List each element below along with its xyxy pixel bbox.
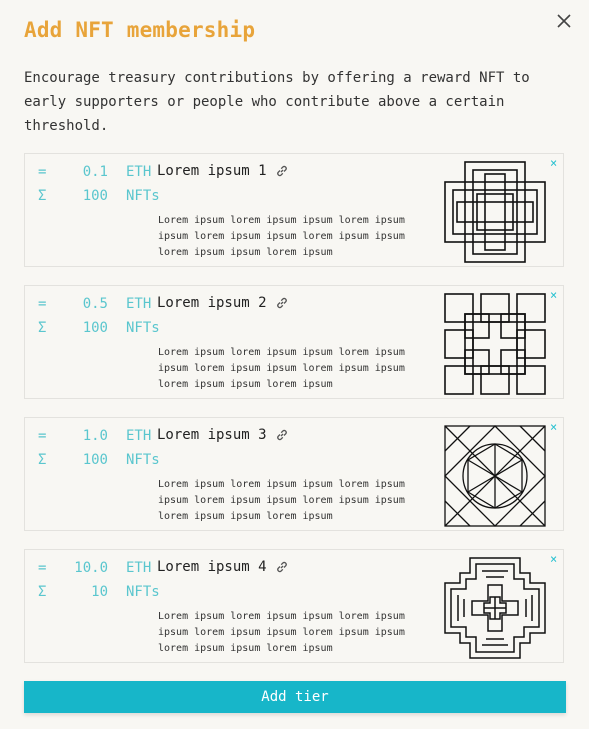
tier-name: Lorem ipsum 1 (157, 163, 289, 179)
tier-name-text: Lorem ipsum 4 (157, 559, 267, 575)
sigma-symbol: Σ (38, 584, 47, 600)
nft-artwork-1 (444, 161, 546, 263)
price-unit: ETH (126, 296, 152, 312)
tier-price: = 1.0 ETH (38, 428, 151, 444)
close-icon[interactable] (555, 12, 573, 30)
tier-description: Lorem ipsum lorem ipsum ipsum lorem ipsu… (158, 611, 405, 654)
price-value: 0.1 (82, 164, 108, 180)
tier-supply: Σ 10 NFTs (38, 584, 160, 600)
supply-unit: NFTs (126, 320, 160, 336)
add-tier-button[interactable]: Add tier (24, 681, 566, 713)
nft-artwork-2 (444, 293, 546, 395)
price-unit: ETH (126, 164, 152, 180)
supply-value: 10 (91, 584, 108, 600)
modal-title: Add NFT membership (24, 18, 256, 42)
price-value: 1.0 (82, 428, 108, 444)
tier-card-3: = 1.0 ETH Σ 100 NFTs Lorem ipsum 3 Lorem… (24, 417, 564, 531)
tier-supply: Σ 100 NFTs (38, 452, 160, 468)
equals-symbol: = (38, 560, 47, 576)
price-value: 0.5 (82, 296, 108, 312)
nft-artwork-3 (444, 425, 546, 527)
tier-name-text: Lorem ipsum 2 (157, 295, 267, 311)
tier-name: Lorem ipsum 2 (157, 295, 289, 311)
tier-card-2: = 0.5 ETH Σ 100 NFTs Lorem ipsum 2 Lorem… (24, 285, 564, 399)
sigma-symbol: Σ (38, 320, 47, 336)
supply-value: 100 (82, 452, 108, 468)
tier-description: Lorem ipsum lorem ipsum ipsum lorem ipsu… (158, 215, 405, 258)
sigma-symbol: Σ (38, 188, 47, 204)
tier-description: Lorem ipsum lorem ipsum ipsum lorem ipsu… (158, 479, 405, 522)
tier-card-1: = 0.1 ETH Σ 100 NFTs Lorem ipsum 1 Lorem… (24, 153, 564, 267)
tier-name-text: Lorem ipsum 1 (157, 163, 267, 179)
tier-card-4: = 10.0 ETH Σ 10 NFTs Lorem ipsum 4 Lorem… (24, 549, 564, 663)
modal-description: Encourage treasury contributions by offe… (24, 70, 530, 134)
supply-unit: NFTs (126, 452, 160, 468)
price-value: 10.0 (74, 560, 108, 576)
link-icon[interactable] (275, 428, 289, 442)
tier-price: = 0.1 ETH (38, 164, 151, 180)
sigma-symbol: Σ (38, 452, 47, 468)
nft-membership-modal: Add NFT membership Encourage treasury co… (0, 0, 589, 729)
supply-value: 100 (82, 320, 108, 336)
remove-tier-icon[interactable]: × (550, 552, 557, 566)
tier-supply: Σ 100 NFTs (38, 320, 160, 336)
remove-tier-icon[interactable]: × (550, 156, 557, 170)
tier-name: Lorem ipsum 3 (157, 427, 289, 443)
link-icon[interactable] (275, 560, 289, 574)
nft-artwork-4 (444, 557, 546, 659)
tier-price: = 0.5 ETH (38, 296, 151, 312)
supply-unit: NFTs (126, 584, 160, 600)
supply-value: 100 (82, 188, 108, 204)
link-icon[interactable] (275, 164, 289, 178)
tier-name-text: Lorem ipsum 3 (157, 427, 267, 443)
price-unit: ETH (126, 560, 152, 576)
tier-name: Lorem ipsum 4 (157, 559, 289, 575)
remove-tier-icon[interactable]: × (550, 288, 557, 302)
tier-price: = 10.0 ETH (38, 560, 151, 576)
link-icon[interactable] (275, 296, 289, 310)
price-unit: ETH (126, 428, 152, 444)
equals-symbol: = (38, 296, 47, 312)
tier-description: Lorem ipsum lorem ipsum ipsum lorem ipsu… (158, 347, 405, 390)
remove-tier-icon[interactable]: × (550, 420, 557, 434)
equals-symbol: = (38, 164, 47, 180)
equals-symbol: = (38, 428, 47, 444)
supply-unit: NFTs (126, 188, 160, 204)
tier-supply: Σ 100 NFTs (38, 188, 160, 204)
